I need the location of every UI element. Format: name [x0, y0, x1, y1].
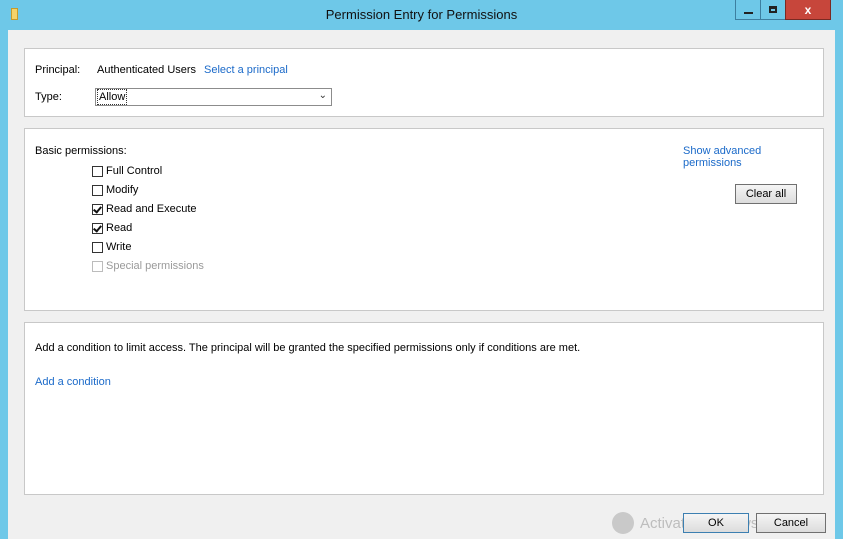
principal-panel: Principal: Authenticated Users Select a …	[24, 48, 824, 117]
add-condition-link[interactable]: Add a condition	[35, 376, 111, 388]
close-icon: x	[804, 2, 812, 17]
modify-checkbox[interactable]	[92, 184, 103, 196]
show-advanced-permissions-link[interactable]: Show advanced permissions	[683, 145, 823, 169]
special-permissions-checkbox	[92, 260, 103, 272]
type-label: Type:	[35, 91, 62, 103]
read-and-execute-label: Read and Execute	[106, 203, 197, 215]
close-button[interactable]: x	[785, 0, 831, 20]
permission-write[interactable]: Write	[92, 240, 131, 254]
permission-special: Special permissions	[92, 259, 204, 273]
clear-all-button[interactable]: Clear all	[735, 184, 797, 204]
chevron-down-icon[interactable]: ⌄	[319, 90, 327, 101]
read-and-execute-checkbox[interactable]	[92, 203, 103, 215]
principal-label: Principal:	[35, 64, 81, 76]
minimize-icon	[743, 11, 753, 14]
modify-label: Modify	[106, 184, 139, 196]
condition-description: Add a condition to limit access. The pri…	[35, 342, 581, 354]
ok-button[interactable]: OK	[683, 513, 749, 533]
permission-read[interactable]: Read	[92, 221, 132, 235]
window-title: Permission Entry for Permissions	[325, 7, 518, 22]
type-selected-value: Allow	[96, 89, 128, 105]
read-checkbox[interactable]	[92, 222, 103, 234]
type-dropdown[interactable]: Allow ⌄	[95, 88, 332, 106]
permission-read-and-execute[interactable]: Read and Execute	[92, 202, 197, 216]
permission-full-control[interactable]: Full Control	[92, 164, 162, 178]
write-checkbox[interactable]	[92, 241, 103, 253]
windows-activation-icon	[612, 512, 634, 534]
title-bar[interactable]: Permission Entry for Permissions x	[0, 0, 843, 30]
full-control-label: Full Control	[106, 165, 163, 177]
minimize-button[interactable]	[735, 0, 761, 20]
special-permissions-label: Special permissions	[106, 260, 204, 272]
principal-value: Authenticated Users	[97, 64, 197, 76]
write-label: Write	[106, 241, 132, 253]
dialog-window: Permission Entry for Permissions x Princ…	[0, 0, 843, 539]
dialog-client-area: Principal: Authenticated Users Select a …	[8, 30, 835, 539]
maximize-icon	[769, 6, 777, 13]
basic-permissions-heading: Basic permissions:	[35, 145, 127, 157]
read-label: Read	[106, 222, 133, 234]
select-principal-link[interactable]: Select a principal	[204, 64, 288, 76]
full-control-checkbox[interactable]	[92, 165, 103, 177]
cancel-button[interactable]: Cancel	[756, 513, 826, 533]
caption-buttons: x	[735, 0, 831, 21]
condition-panel: Add a condition to limit access. The pri…	[24, 322, 824, 495]
permission-modify[interactable]: Modify	[92, 183, 138, 197]
basic-permissions-panel: Basic permissions: Show advanced permiss…	[24, 128, 824, 311]
maximize-button[interactable]	[760, 0, 786, 20]
